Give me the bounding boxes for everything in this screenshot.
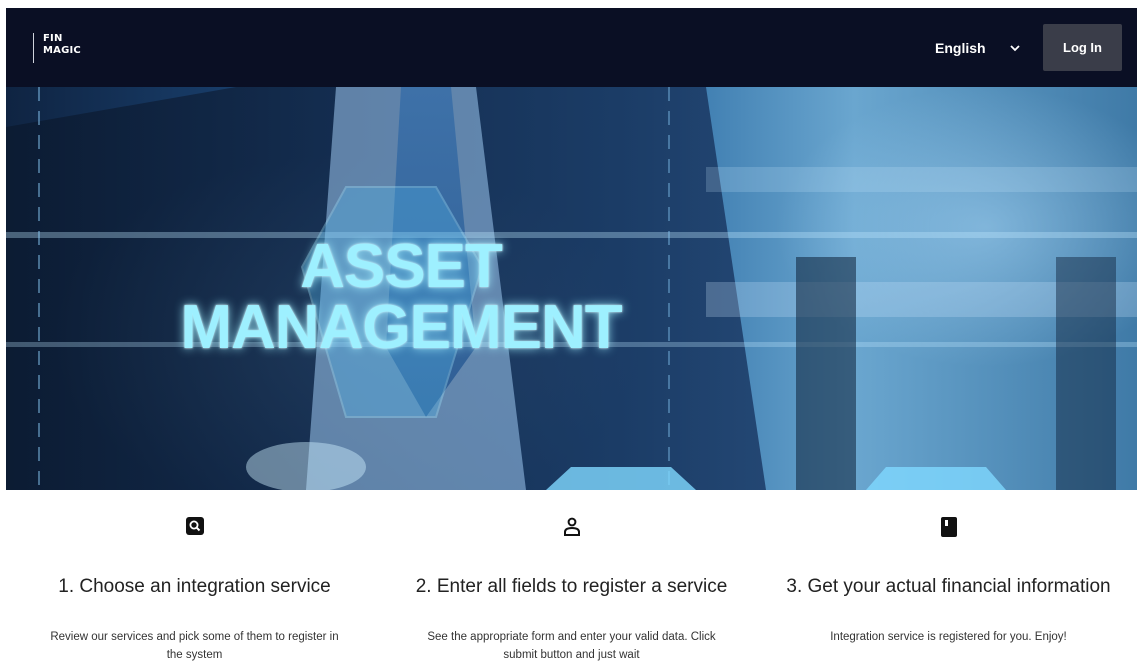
login-button[interactable]: Log In <box>1043 24 1122 71</box>
hero-title: ASSET MANAGEMENT <box>166 232 636 362</box>
search-icon <box>185 517 204 540</box>
language-selector[interactable]: English <box>935 36 1020 60</box>
logo-line-1: FIN <box>43 33 63 44</box>
hero-banner: ASSET MANAGEMENT <box>6 87 1137 490</box>
step-2-title: 2. Enter all fields to register a servic… <box>415 576 728 597</box>
fin-magic-logo[interactable]: FIN MAGIC <box>33 33 81 63</box>
steps-section: 1. Choose an integration service Review … <box>6 490 1137 671</box>
language-label: English <box>935 40 986 56</box>
user-icon <box>563 517 581 542</box>
hero-title-line-2: MANAGEMENT <box>180 292 622 362</box>
top-navigation-bar: FIN MAGIC English Log In <box>6 8 1137 87</box>
step-1-title: 1. Choose an integration service <box>58 576 331 597</box>
logo-line-2: MAGIC <box>43 45 81 56</box>
step-1-description: Review our services and pick some of the… <box>50 631 339 661</box>
book-icon <box>940 517 957 542</box>
hero-title-line-1: ASSET <box>300 232 503 301</box>
step-2-description: See the appropriate form and enter your … <box>427 631 716 661</box>
step-3-title: 3. Get your actual financial information <box>786 576 1111 597</box>
step-3-description: Integration service is registered for yo… <box>830 631 1067 643</box>
chevron-down-icon <box>1009 42 1020 54</box>
